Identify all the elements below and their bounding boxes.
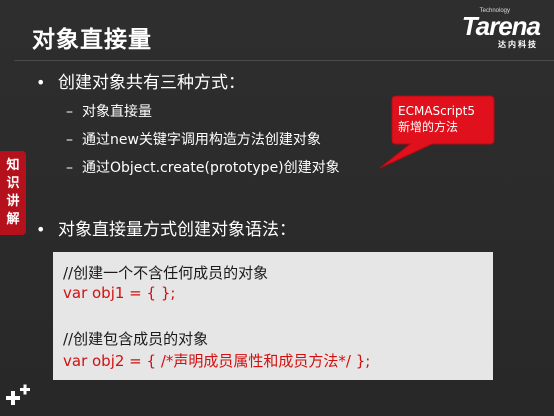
code-line-1: //创建一个不含任何成员的对象: [63, 264, 269, 282]
bullet-dot: •: [36, 220, 46, 239]
dash: –: [66, 132, 73, 148]
callout-text: ECMAScript5 新增的方法: [398, 103, 488, 135]
dash: –: [66, 104, 73, 120]
bullet-1: • 创建对象共有三种方式：: [36, 68, 245, 93]
plus-decoration-icon: [6, 384, 30, 405]
sub-item-3-text: 通过Object.create(prototype)创建对象: [82, 160, 340, 176]
code-box: //创建一个不含任何成员的对象 var obj1 = { }; //创建包含成员…: [53, 252, 493, 380]
sub-item-1-text: 对象直接量: [82, 104, 152, 120]
bullet-2: • 对象直接量方式创建对象语法：: [36, 215, 296, 240]
code-line-5: var obj2 = { /*声明成员属性和成员方法*/ };: [63, 352, 371, 370]
bullet-1-text: 创建对象共有三种方式：: [58, 73, 245, 93]
logo-brand: Tarena: [461, 11, 541, 41]
dash: –: [66, 160, 73, 176]
bullet-dot: •: [36, 73, 46, 92]
tarena-logo: Technology Tarena 达内科技: [446, 8, 546, 50]
sub-item-1: – 对象直接量: [66, 101, 152, 121]
side-tab: 知识讲解: [0, 151, 26, 235]
bullet-2-text: 对象直接量方式创建对象语法：: [58, 220, 296, 240]
slide-title: 对象直接量: [32, 27, 152, 53]
title-divider: [14, 60, 554, 61]
callout-line-1: ECMAScript5: [398, 104, 475, 118]
sub-item-2-text: 通过new关键字调用构造方法创建对象: [82, 132, 321, 148]
sub-item-3: – 通过Object.create(prototype)创建对象: [66, 157, 340, 177]
side-tab-label: 知识讲解: [6, 158, 20, 227]
callout-line-2: 新增的方法: [398, 120, 459, 134]
logo-subtitle: 达内科技: [498, 40, 538, 49]
sub-item-2: – 通过new关键字调用构造方法创建对象: [66, 129, 321, 149]
code-line-2: var obj1 = { };: [63, 284, 176, 302]
code-line-4: //创建包含成员的对象: [63, 330, 209, 348]
